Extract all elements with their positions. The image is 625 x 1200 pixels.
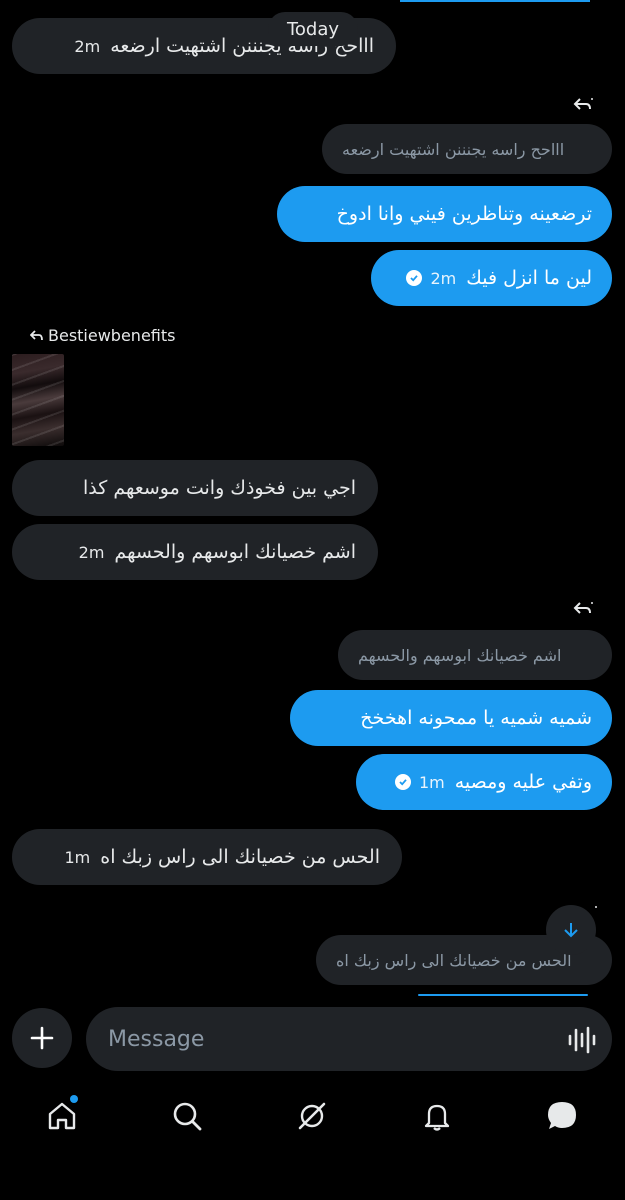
message-time: 2m bbox=[74, 36, 101, 56]
message-text: لين ما انزل فيك bbox=[466, 267, 592, 289]
bell-icon bbox=[424, 1104, 450, 1131]
outgoing-message[interactable]: ترضعينه وتناظرين فيني وانا ادوخ bbox=[277, 186, 612, 242]
plus-icon bbox=[30, 1026, 54, 1050]
message-text: اجي بين فخوذك وانت موسعهم كذا bbox=[82, 477, 356, 499]
message-time: 1m bbox=[64, 847, 91, 867]
read-check-icon bbox=[406, 270, 423, 286]
messages-icon bbox=[548, 1102, 576, 1129]
date-separator: Today bbox=[268, 12, 358, 46]
outgoing-message[interactable]: وتفي عليه ومصيه 1m bbox=[356, 754, 612, 810]
quoted-message[interactable]: اااحح راسه يجنننن اشتهيت ارضعه bbox=[322, 124, 612, 174]
arrow-down-icon bbox=[564, 923, 578, 938]
voice-message-icon[interactable] bbox=[566, 1025, 598, 1055]
replied-to-label: Bestiewbenefits bbox=[30, 326, 175, 345]
add-attachment-button[interactable] bbox=[12, 1008, 72, 1068]
nav-grok[interactable] bbox=[292, 1096, 332, 1136]
nav-messages[interactable] bbox=[542, 1096, 582, 1136]
replied-to-name: Bestiewbenefits bbox=[48, 326, 176, 345]
reply-icon bbox=[573, 602, 593, 614]
notification-dot bbox=[70, 1095, 78, 1103]
conversation-area[interactable]: اااحح راسه يجنننن اشتهيت ارضعه 2m Today … bbox=[0, 0, 625, 1000]
message-time: 1m bbox=[418, 772, 445, 792]
quoted-message[interactable]: اشم خصيانك ابوسهم والحسهم bbox=[338, 630, 612, 680]
message-text: شميه شميه يا ممحونه اهخخخ bbox=[360, 707, 592, 729]
grok-icon bbox=[298, 1102, 326, 1130]
media-thumbnail[interactable] bbox=[12, 354, 64, 446]
outgoing-bubble-edge bbox=[400, 0, 590, 2]
message-text: الحس من خصيانك الى راس زبك اه bbox=[100, 846, 380, 868]
outgoing-bubble-edge bbox=[418, 994, 588, 996]
outgoing-message[interactable]: لين ما انزل فيك 2m bbox=[371, 250, 612, 306]
reply-arrow-icon bbox=[30, 329, 43, 340]
message-time: 2m bbox=[78, 542, 105, 562]
incoming-message[interactable]: اجي بين فخوذك وانت موسعهم كذا bbox=[12, 460, 378, 516]
home-icon bbox=[48, 1102, 76, 1130]
outgoing-message[interactable]: شميه شميه يا ممحونه اهخخخ bbox=[290, 690, 612, 746]
message-text: اشم خصيانك ابوسهم والحسهم bbox=[114, 541, 356, 563]
scroll-to-bottom-button[interactable] bbox=[546, 905, 596, 955]
message-time: 2m bbox=[430, 268, 457, 288]
reply-icon bbox=[573, 98, 593, 110]
incoming-message[interactable]: اشم خصيانك ابوسهم والحسهم 2m bbox=[12, 524, 378, 580]
message-text: ترضعينه وتناظرين فيني وانا ادوخ bbox=[336, 203, 592, 225]
read-check-icon bbox=[394, 774, 411, 790]
message-input[interactable] bbox=[86, 1007, 612, 1071]
search-icon bbox=[173, 1102, 202, 1131]
nav-notifications[interactable] bbox=[417, 1096, 457, 1136]
incoming-message[interactable]: الحس من خصيانك الى راس زبك اه 1m bbox=[12, 829, 402, 885]
message-text: وتفي عليه ومصيه bbox=[454, 771, 592, 793]
nav-search[interactable] bbox=[167, 1096, 207, 1136]
